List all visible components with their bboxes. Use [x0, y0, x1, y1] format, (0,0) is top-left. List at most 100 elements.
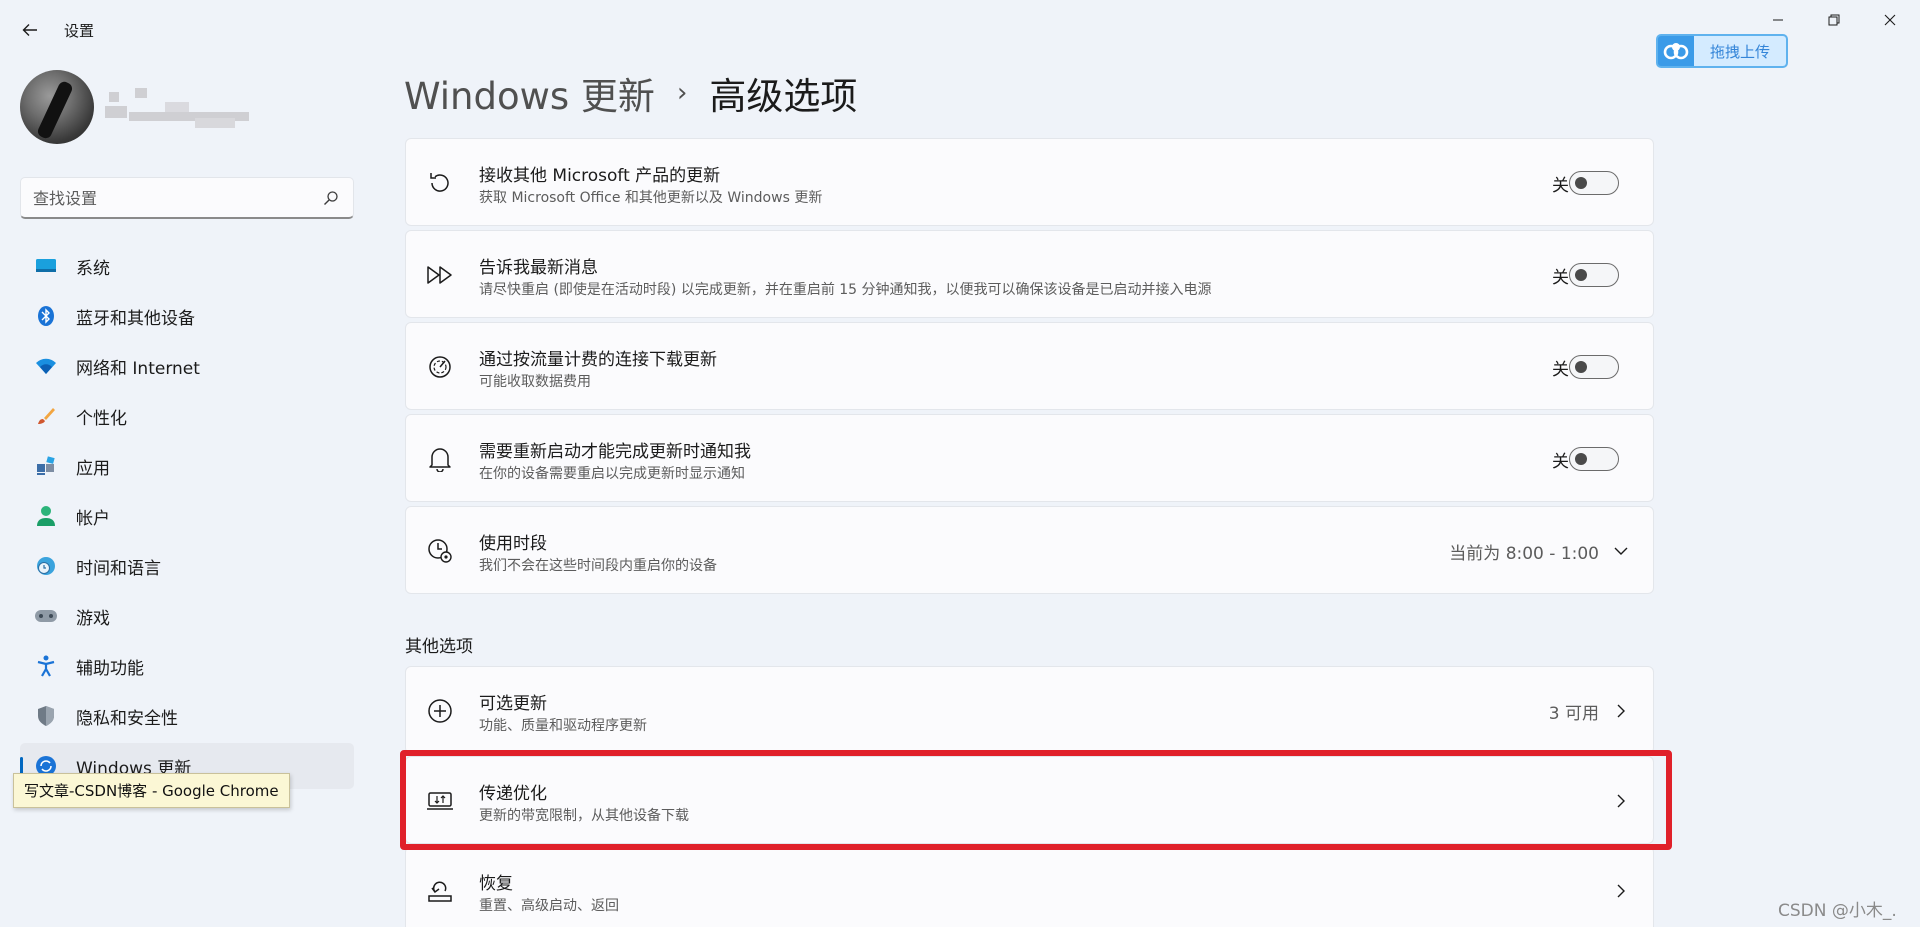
- setting-title: 接收其他 Microsoft 产品的更新: [479, 166, 721, 186]
- sidebar-item-label: 网络和 Internet: [76, 358, 200, 379]
- sidebar-item-system[interactable]: 系统: [20, 243, 354, 289]
- bluetooth-icon: [34, 304, 58, 328]
- sidebar-item-label: 系统: [76, 258, 110, 279]
- back-button[interactable]: [14, 14, 46, 46]
- monitor-icon: [34, 254, 58, 278]
- drag-upload-widget[interactable]: 拖拽上传: [1656, 34, 1788, 68]
- chevron-right-icon[interactable]: [1611, 699, 1631, 723]
- sidebar-item-personalization[interactable]: 个性化: [20, 393, 354, 439]
- toggle-switch[interactable]: [1569, 447, 1619, 471]
- globe-clock-icon: [34, 554, 58, 578]
- setting-delivery-optimization[interactable]: 传递优化 更新的带宽限制，从其他设备下载: [405, 756, 1654, 844]
- chevron-down-icon[interactable]: [1611, 539, 1631, 563]
- breadcrumb: Windows 更新 › 高级选项: [404, 68, 857, 118]
- toggle-switch[interactable]: [1569, 263, 1619, 287]
- settings-search[interactable]: [20, 177, 354, 219]
- toggle-knob: [1575, 361, 1587, 373]
- shield-icon: [34, 704, 58, 728]
- toggle-state-label: 关: [1552, 360, 1569, 380]
- setting-description: 可能收取数据费用: [479, 374, 591, 390]
- setting-description: 获取 Microsoft Office 和其他更新以及 Windows 更新: [479, 190, 823, 206]
- baidu-cloud-icon: [1658, 36, 1694, 66]
- toggle-switch[interactable]: [1569, 355, 1619, 379]
- brush-icon: [34, 404, 58, 428]
- toggle-knob: [1575, 453, 1587, 465]
- sidebar-item-bluetooth[interactable]: 蓝牙和其他设备: [20, 293, 354, 339]
- setting-active-hours[interactable]: 使用时段 我们不会在这些时间段内重启你的设备 当前为 8:00 - 1:00: [405, 506, 1654, 594]
- sidebar-item-time-language[interactable]: 时间和语言: [20, 543, 354, 589]
- sidebar-item-label: 蓝牙和其他设备: [76, 308, 195, 329]
- setting-description: 请尽快重启 (即使是在活动时段) 以完成更新，并在重启前 15 分钟通知我，以便…: [479, 282, 1212, 298]
- setting-description: 重置、高级启动、返回: [479, 898, 619, 914]
- clock-gear-icon: [426, 537, 454, 565]
- setting-notify-restart[interactable]: 需要重新启动才能完成更新时通知我 在你的设备需要重启以完成更新时显示通知 关: [405, 414, 1654, 502]
- avatar[interactable]: [20, 70, 94, 144]
- setting-optional-updates[interactable]: 可选更新 功能、质量和驱动程序更新 3 可用: [405, 666, 1654, 754]
- setting-title: 使用时段: [479, 534, 547, 554]
- app-title: 设置: [64, 22, 95, 40]
- sidebar-item-apps[interactable]: 应用: [20, 443, 354, 489]
- plus-circle-icon: [426, 697, 454, 725]
- fast-forward-icon: [426, 261, 454, 289]
- setting-title: 恢复: [479, 874, 513, 894]
- sidebar-item-label: 隐私和安全性: [76, 708, 178, 729]
- refresh-icon: [426, 169, 454, 197]
- setting-recovery[interactable]: 恢复 重置、高级启动、返回: [405, 846, 1654, 927]
- setting-title: 传递优化: [479, 784, 547, 804]
- setting-receive-other-updates[interactable]: 接收其他 Microsoft 产品的更新 获取 Microsoft Office…: [405, 138, 1654, 226]
- optional-updates-count: 3 可用: [1548, 704, 1599, 724]
- sidebar-item-accessibility[interactable]: 辅助功能: [20, 643, 354, 689]
- setting-metered-download[interactable]: 通过按流量计费的连接下载更新 可能收取数据费用 关: [405, 322, 1654, 410]
- restore-icon: [1828, 14, 1840, 26]
- gamepad-icon: [34, 604, 58, 628]
- setting-description: 功能、质量和驱动程序更新: [479, 718, 647, 734]
- close-button[interactable]: [1862, 0, 1918, 40]
- setting-title: 告诉我最新消息: [479, 258, 598, 278]
- sidebar-item-label: 帐户: [76, 508, 110, 529]
- toggle-knob: [1575, 177, 1587, 189]
- sidebar-item-privacy[interactable]: 隐私和安全性: [20, 693, 354, 739]
- delivery-optimization-icon: [426, 787, 454, 815]
- restore-button[interactable]: [1806, 0, 1862, 40]
- accessibility-icon: [34, 654, 58, 678]
- sidebar-item-accounts[interactable]: 帐户: [20, 493, 354, 539]
- sidebar-item-label: 游戏: [76, 608, 110, 629]
- toggle-state-label: 关: [1552, 268, 1569, 288]
- sidebar-item-gaming[interactable]: 游戏: [20, 593, 354, 639]
- person-icon: [34, 504, 58, 528]
- wifi-icon: [34, 354, 58, 378]
- toggle-state-label: 关: [1552, 176, 1569, 196]
- user-name-blurred: [105, 88, 255, 130]
- sidebar-item-label: 时间和语言: [76, 558, 161, 579]
- taskbar-tooltip: 写文章-CSDN博客 - Google Chrome: [13, 773, 290, 808]
- search-icon[interactable]: [323, 190, 339, 206]
- breadcrumb-parent[interactable]: Windows 更新: [404, 66, 655, 120]
- sidebar-item-network[interactable]: 网络和 Internet: [20, 343, 354, 389]
- sidebar-item-label: 辅助功能: [76, 658, 144, 679]
- toggle-state-label: 关: [1552, 452, 1569, 472]
- setting-description: 我们不会在这些时间段内重启你的设备: [479, 558, 717, 574]
- drag-upload-label: 拖拽上传: [1694, 36, 1786, 66]
- setting-title: 可选更新: [479, 694, 547, 714]
- chevron-right-icon[interactable]: [1611, 789, 1631, 813]
- close-icon: [1884, 14, 1896, 26]
- watermark: CSDN @小木_.: [1778, 901, 1897, 921]
- sidebar-nav: 系统 蓝牙和其他设备 网络和 Internet 个性化 应用 帐户 时间和语言 …: [20, 243, 354, 793]
- toggle-knob: [1575, 269, 1587, 281]
- chevron-right-icon: ›: [676, 78, 688, 108]
- speedometer-icon: [426, 353, 454, 381]
- search-input[interactable]: [33, 178, 313, 218]
- minimize-icon: [1773, 19, 1783, 21]
- setting-description: 更新的带宽限制，从其他设备下载: [479, 808, 689, 824]
- page-title: 高级选项: [709, 75, 858, 118]
- chevron-right-icon[interactable]: [1611, 879, 1631, 903]
- back-arrow-icon: [22, 24, 37, 36]
- toggle-switch[interactable]: [1569, 171, 1619, 195]
- apps-icon: [34, 454, 58, 478]
- sidebar-item-label: 个性化: [76, 408, 127, 429]
- title-bar: 设置: [0, 0, 1920, 60]
- bell-icon: [426, 445, 454, 473]
- sidebar-item-label: 应用: [76, 458, 110, 479]
- setting-get-latest-updates[interactable]: 告诉我最新消息 请尽快重启 (即使是在活动时段) 以完成更新，并在重启前 15 …: [405, 230, 1654, 318]
- recovery-icon: [426, 877, 454, 905]
